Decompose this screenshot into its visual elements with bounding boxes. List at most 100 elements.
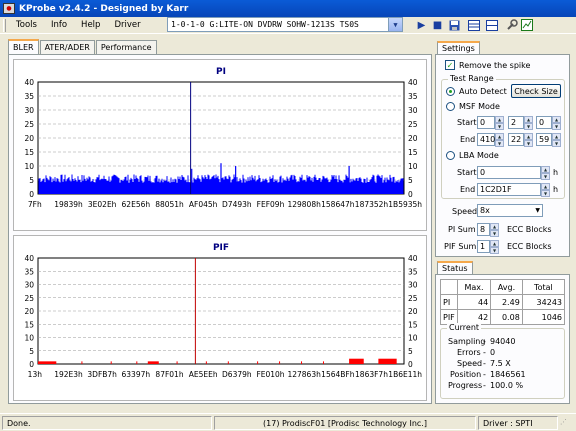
pi-ecc-label: ECC Blocks xyxy=(507,225,552,234)
msf-start-label: Start xyxy=(457,118,477,127)
lba-mode-radio[interactable] xyxy=(446,151,455,160)
table-header: Max. xyxy=(456,279,492,295)
layout-2-icon[interactable] xyxy=(484,18,499,32)
progress-label: Progress xyxy=(448,381,483,390)
x-tick-label: 1564BFh xyxy=(321,370,355,379)
lba-start-spinner[interactable]: ▲ ▼ xyxy=(541,166,550,180)
pif-series-bar xyxy=(38,361,57,364)
y-tick-label-right: 20 xyxy=(408,134,418,143)
sampling-value: 94040 xyxy=(490,337,516,346)
menu-driver[interactable]: Driver xyxy=(107,20,147,30)
resize-grip-icon[interactable]: ⋰ xyxy=(560,418,572,430)
tab-status[interactable]: Status xyxy=(437,261,473,274)
table-cell: 1046 xyxy=(521,309,566,325)
status-bar: Done. (17) ProdiscF01 [Prodisc Technolog… xyxy=(0,413,576,431)
msf-start-frame-spinner[interactable]: ▲ ▼ xyxy=(552,116,561,130)
remove-spike-checkbox[interactable]: ✓ xyxy=(445,60,455,70)
layout-1-icon[interactable] xyxy=(466,18,481,32)
pi-sum-field[interactable]: 8 xyxy=(477,223,490,236)
x-tick-label: 62E56h xyxy=(122,200,151,209)
msf-start-min-spinner[interactable]: ▲ ▼ xyxy=(495,116,504,130)
cur-speed-value: 7.5 X xyxy=(490,359,511,368)
y-tick-label-right: 20 xyxy=(408,307,418,316)
stop-icon[interactable]: ■ xyxy=(430,18,445,32)
x-tick-label: 13h xyxy=(28,370,43,379)
y-tick-label-right: 5 xyxy=(408,347,413,356)
msf-end-sec-spinner[interactable]: ▲ ▼ xyxy=(524,133,533,147)
x-tick-label: FE010h xyxy=(256,370,284,379)
x-tick-label: 1B5935h xyxy=(388,200,422,209)
speed-select[interactable]: 8x ▼ xyxy=(477,204,543,217)
y-tick-label: 40 xyxy=(24,254,34,263)
msf-end-frame-spinner[interactable]: ▲ ▼ xyxy=(552,133,561,147)
y-tick-label-right: 15 xyxy=(408,148,418,157)
status-text: Done. xyxy=(2,416,212,430)
pif-sum-field[interactable]: 1 xyxy=(477,240,490,253)
chart-title: PI xyxy=(216,67,226,77)
errors-sep: - xyxy=(483,348,486,357)
x-tick-label: 87F01h xyxy=(155,370,183,379)
y-tick-label: 0 xyxy=(29,190,34,199)
tab-settings[interactable]: Settings xyxy=(437,41,480,54)
msf-end-min[interactable]: 410 xyxy=(477,133,495,146)
y-tick-label: 10 xyxy=(24,334,34,343)
y-tick-label: 5 xyxy=(29,347,34,356)
y-tick-label: 20 xyxy=(24,307,34,316)
y-tick-label: 15 xyxy=(24,320,34,329)
auto-detect-radio[interactable] xyxy=(446,87,455,96)
y-tick-label: 20 xyxy=(24,134,34,143)
pif-chart-box: PIF 0 0 5 5 10 10 15 15 20 20 25 25 30 30 35 35 40 40 13h 19… xyxy=(13,235,427,401)
progress-value: 100.0 % xyxy=(490,381,524,390)
msf-start-sec[interactable]: 2 xyxy=(508,116,524,129)
msf-end-min-spinner[interactable]: ▲ ▼ xyxy=(495,133,504,147)
pi-sum-spinner[interactable]: ▲ ▼ xyxy=(490,223,499,237)
y-tick-label: 0 xyxy=(29,360,34,369)
x-tick-label: 3E02Eh xyxy=(88,200,117,209)
drive-select-value: 1-0-1-0 G:LITE-ON DVDRW SOHW-1213S TS0S xyxy=(171,20,359,29)
settings-tool-icon[interactable] xyxy=(504,18,519,32)
pif-sum-spinner[interactable]: ▲ ▼ xyxy=(490,240,499,254)
table-row: PI 44 2.49 34243 xyxy=(440,294,566,310)
x-tick-label: 19839h xyxy=(54,200,83,209)
y-tick-label-right: 25 xyxy=(408,120,418,129)
progress-sep: - xyxy=(483,381,486,390)
speed-select-value: 8x xyxy=(480,206,490,215)
status-disc-info: (17) ProdiscF01 [Prodisc Technology Inc.… xyxy=(214,416,476,430)
msf-mode-radio[interactable] xyxy=(446,102,455,111)
y-tick-label: 25 xyxy=(24,120,34,129)
position-label: Position xyxy=(450,370,482,379)
menu-info[interactable]: Info xyxy=(44,20,74,30)
lba-end-spinner[interactable]: ▲ ▼ xyxy=(541,183,550,197)
play-icon[interactable]: ▶ xyxy=(414,18,429,32)
tab-performance[interactable]: Performance xyxy=(95,40,157,54)
check-size-button[interactable]: Check Size xyxy=(511,84,561,98)
y-tick-label-right: 5 xyxy=(408,176,413,185)
lba-end-field[interactable]: 1C2D1F xyxy=(477,183,541,196)
x-tick-label: 88051h xyxy=(155,200,184,209)
menu-tools[interactable]: Tools xyxy=(9,20,44,30)
chevron-down-icon[interactable]: ▼ xyxy=(388,18,402,31)
lba-start-field[interactable]: 0 xyxy=(477,166,541,179)
remove-spike-label: Remove the spike xyxy=(459,61,531,70)
chart-icon[interactable] xyxy=(519,18,534,32)
lba-start-label: Start xyxy=(457,168,477,177)
x-tick-label: 127863h xyxy=(287,370,321,379)
msf-start-min[interactable]: 0 xyxy=(477,116,495,129)
menu-help[interactable]: Help xyxy=(74,20,107,30)
errors-value: 0 xyxy=(490,348,496,357)
errors-label: Errors xyxy=(457,348,481,357)
tab-ater-ader[interactable]: ATER/ADER xyxy=(39,40,95,54)
msf-end-frame[interactable]: 59 xyxy=(536,133,552,146)
y-tick-label-right: 30 xyxy=(408,281,418,290)
status-panel: Max. Avg. Total PI 44 2.49 34243 PIF 42 … xyxy=(435,274,570,404)
x-tick-label: 7Fh xyxy=(28,200,42,209)
save-icon[interactable] xyxy=(447,18,462,32)
msf-end-sec[interactable]: 22 xyxy=(508,133,524,146)
tab-bler[interactable]: BLER xyxy=(8,39,39,54)
drive-select[interactable]: 1-0-1-0 G:LITE-ON DVDRW SOHW-1213S TS0S … xyxy=(167,17,403,32)
pif-series-bar xyxy=(147,361,159,364)
y-tick-label-right: 35 xyxy=(408,92,418,101)
msf-start-frame[interactable]: 0 xyxy=(536,116,552,129)
msf-start-sec-spinner[interactable]: ▲ ▼ xyxy=(524,116,533,130)
sampling-sep: - xyxy=(483,337,486,346)
